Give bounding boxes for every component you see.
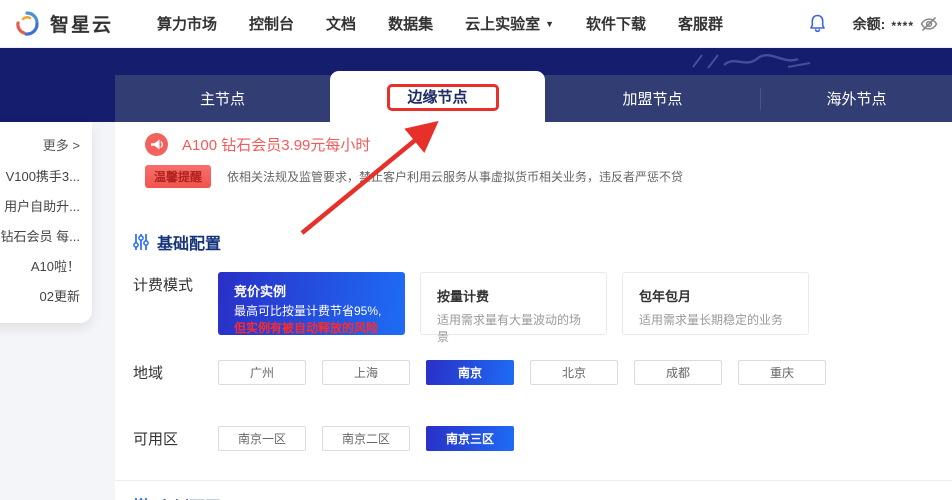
region-options: 广州 上海 南京 北京 成都 重庆	[218, 360, 826, 385]
chevron-down-icon: ▼	[545, 18, 555, 29]
billing-option-title: 按量计费	[437, 289, 490, 304]
section-divider	[115, 480, 952, 481]
zone-option-nanjing-1[interactable]: 南京一区	[218, 426, 306, 451]
billing-option-subscription[interactable]: 包年包月 适用需求量长期稳定的业务	[622, 272, 809, 335]
billing-option-desc: 最高可比按量计费节省95%,但实例有被自动释放的风险	[234, 304, 382, 335]
node-tabs: 主节点 边缘节点 加盟节点 海外节点	[115, 71, 952, 122]
billing-options: 竞价实例 最高可比按量计费节省95%,但实例有被自动释放的风险 按量计费 适用需…	[218, 272, 809, 344]
notice-item[interactable]: 02更新	[0, 282, 80, 312]
notice-item[interactable]: 用户自助升...	[0, 192, 80, 222]
zone-row: 可用区 南京一区 南京二区 南京三区	[133, 426, 952, 451]
main-nav: 算力市场 控制台 文档 数据集 云上实验室 ▼ 软件下载 客服群	[157, 13, 723, 34]
announcement-text: A100 钻石会员3.99元每小时	[182, 137, 371, 154]
section-title-text: 实例配置	[157, 494, 221, 500]
region-row: 地域 广州 上海 南京 北京 成都 重庆	[133, 360, 952, 385]
billing-option-desc: 适用需求量长期稳定的业务	[639, 313, 784, 327]
nav-item-support-group[interactable]: 客服群	[678, 13, 723, 34]
cloud-logo-icon	[16, 11, 39, 36]
page: 智星云 算力市场 控制台 文档 数据集 云上实验室 ▼ 软件下载 客服群 余额:…	[0, 0, 952, 500]
zone-options: 南京一区 南京二区 南京三区	[218, 426, 514, 451]
zone-option-nanjing-3[interactable]: 南京三区	[426, 426, 514, 451]
billing-option-desc: 适用需求量有大量波动的场景	[437, 313, 582, 344]
announcement-bar[interactable]: A100 钻石会员3.99元每小时	[145, 133, 952, 156]
notification-bell-icon[interactable]	[808, 13, 827, 34]
tab-partner-node[interactable]: 加盟节点	[545, 75, 760, 122]
notices-panel: 更多 > ！ V100携手3... 用户自助升... 钻石会员 每... A10…	[0, 122, 92, 323]
section-title-text: 基础配置	[157, 236, 222, 253]
section-basic-config: 基础配置	[133, 230, 952, 254]
banner-decoration	[692, 54, 811, 69]
nav-item-datasets[interactable]: 数据集	[388, 13, 433, 34]
brand-logo[interactable]: 智星云	[14, 10, 113, 37]
reminder-text: 依相关法规及监管要求，禁止客户利用云服务从事虚拟货币相关业务，违反者严惩不贷	[227, 170, 684, 184]
billing-mode-label: 计费模式	[133, 277, 194, 294]
zone-label: 可用区	[133, 431, 179, 448]
reminder-badge: 温馨提醒	[145, 165, 212, 188]
region-option-shanghai[interactable]: 上海	[322, 360, 410, 385]
region-option-chongqing[interactable]: 重庆	[738, 360, 826, 385]
tab-edge-node[interactable]: 边缘节点	[330, 71, 545, 122]
header-right: 余额: ****	[808, 13, 938, 34]
notice-item[interactable]: 钻石会员 每...	[0, 222, 80, 252]
nav-item-market[interactable]: 算力市场	[157, 13, 217, 34]
main-panel: A100 钻石会员3.99元每小时 温馨提醒 依相关法规及监管要求，禁止客户利用…	[115, 122, 952, 500]
sliders-icon	[133, 234, 149, 250]
balance-value: ****	[891, 18, 914, 33]
region-option-guangzhou[interactable]: 广州	[218, 360, 306, 385]
balance-label: 余额:	[852, 15, 886, 32]
balance-display: 余额: ****	[853, 14, 938, 34]
region-option-beijing[interactable]: 北京	[530, 360, 618, 385]
hero-banner: 主节点 边缘节点 加盟节点 海外节点	[0, 48, 952, 122]
brand-name: 智星云	[50, 15, 114, 36]
megaphone-icon	[145, 133, 168, 156]
eye-off-icon[interactable]	[920, 16, 938, 32]
billing-mode-row: 计费模式 竞价实例 最高可比按量计费节省95%,但实例有被自动释放的风险 按量计…	[133, 272, 952, 344]
billing-option-title: 包年包月	[639, 289, 692, 304]
billing-option-on-demand[interactable]: 按量计费 适用需求量有大量波动的场景	[420, 272, 607, 344]
nav-item-cloud-lab[interactable]: 云上实验室 ▼	[465, 13, 554, 34]
billing-option-spot[interactable]: 竞价实例 最高可比按量计费节省95%,但实例有被自动释放的风险	[218, 272, 405, 335]
tab-main-node[interactable]: 主节点	[115, 75, 330, 122]
reminder-row: 温馨提醒 依相关法规及监管要求，禁止客户利用云服务从事虚拟货币相关业务，违反者严…	[145, 165, 952, 188]
billing-option-title: 竞价实例	[234, 284, 287, 299]
zone-option-nanjing-2[interactable]: 南京二区	[322, 426, 410, 451]
nav-item-docs[interactable]: 文档	[326, 13, 356, 34]
region-option-nanjing[interactable]: 南京	[426, 360, 514, 385]
tab-overseas-node[interactable]: 海外节点	[761, 75, 952, 122]
notice-item[interactable]: A10啦！	[0, 252, 80, 282]
notice-item[interactable]: ！ V100携手3...	[0, 162, 80, 192]
notices-more-link[interactable]: 更多 >	[0, 135, 80, 154]
top-navbar: 智星云 算力市场 控制台 文档 数据集 云上实验室 ▼ 软件下载 客服群 余额:…	[0, 0, 952, 48]
nav-item-console[interactable]: 控制台	[249, 13, 294, 34]
region-option-chengdu[interactable]: 成都	[634, 360, 722, 385]
nav-item-downloads[interactable]: 软件下载	[586, 13, 646, 34]
region-label: 地域	[133, 365, 164, 382]
billing-risk-warning: 但实例有被自动释放的风险	[234, 321, 379, 335]
section-instance-config: 实例配置	[133, 494, 952, 500]
